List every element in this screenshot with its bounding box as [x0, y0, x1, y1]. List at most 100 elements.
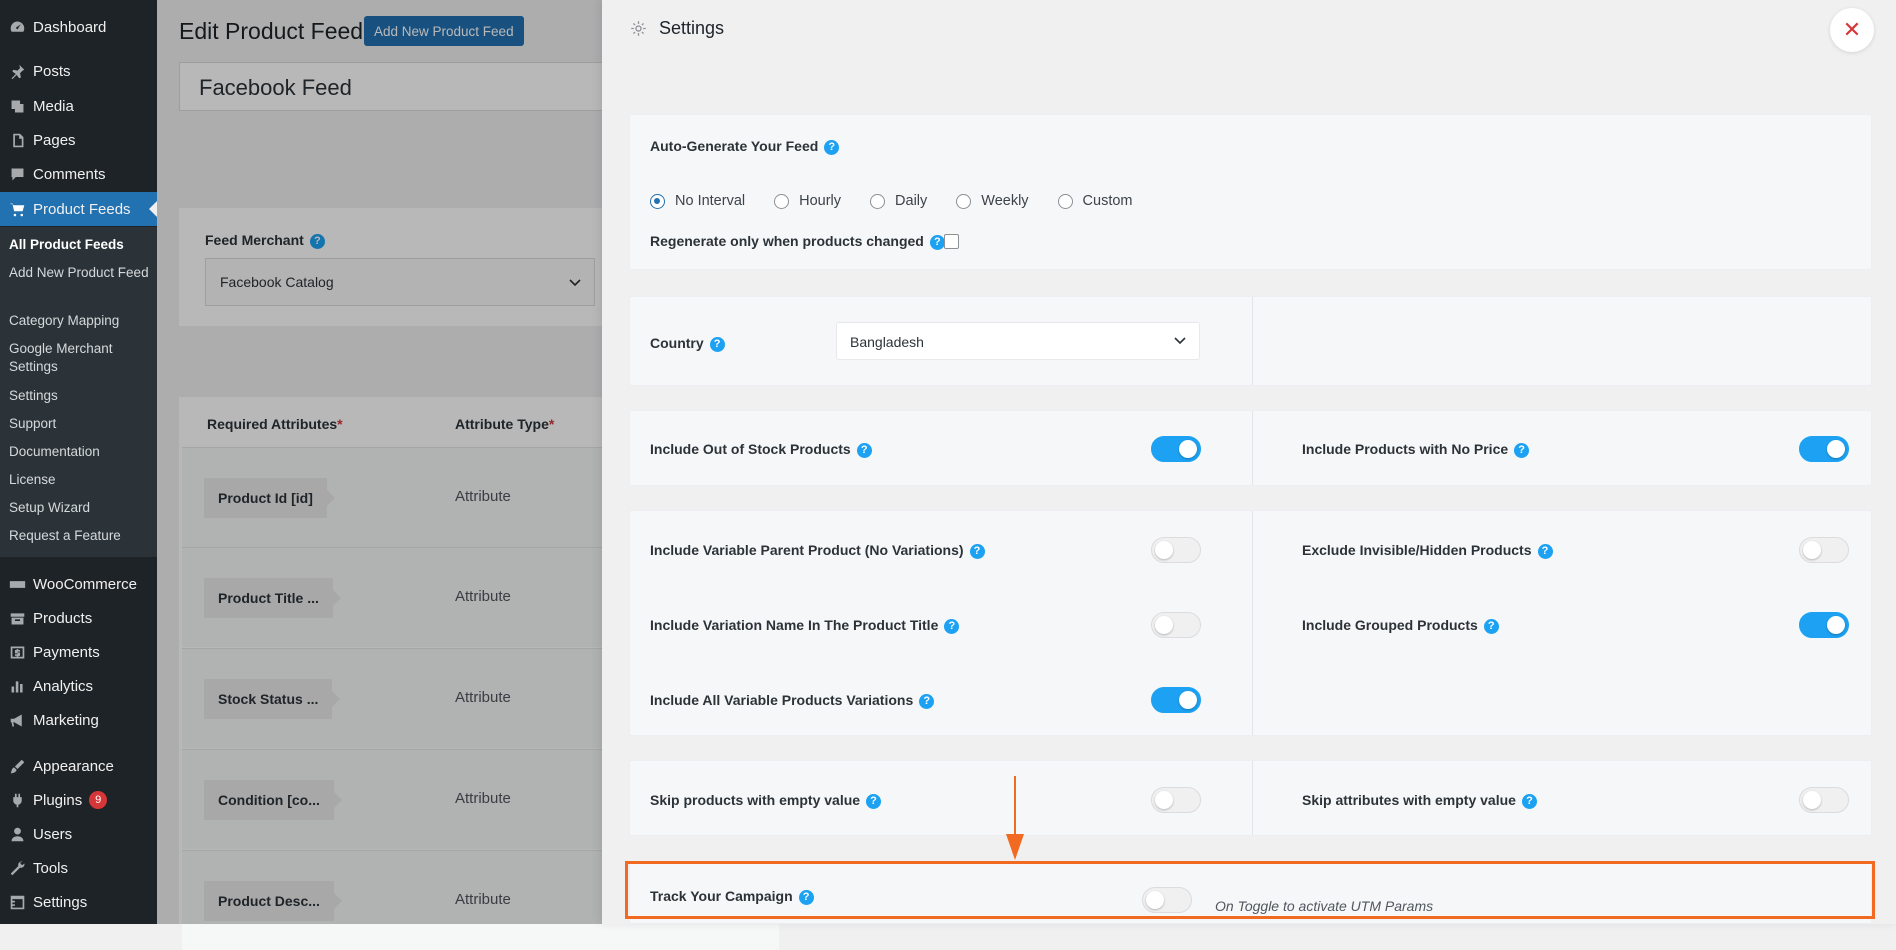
no-price-label-text: Include Products with No Price	[1302, 441, 1509, 457]
help-icon[interactable]: ?	[709, 336, 725, 352]
settings-title: Settings	[659, 18, 725, 38]
sidebar-item-products[interactable]: Products	[0, 601, 157, 635]
help-icon[interactable]: ?	[1521, 793, 1537, 809]
help-icon[interactable]: ?	[824, 139, 840, 155]
all-variations-label-text: Include All Variable Products Variations	[650, 692, 914, 708]
radio-circle[interactable]	[774, 193, 790, 209]
sidebar-item-label: Users	[33, 825, 73, 843]
sidebar-item-woocommerce[interactable]: WooCommerce	[0, 567, 157, 601]
grouped-products-toggle[interactable]	[1799, 612, 1849, 638]
sidebar-item-media[interactable]: Media	[0, 89, 157, 123]
radio-custom[interactable]: Custom	[1057, 193, 1133, 209]
submenu-item-google-merchant[interactable]: Google Merchant Settings	[9, 340, 149, 376]
media-icon	[6, 97, 28, 115]
exclude-hidden-toggle[interactable]	[1799, 537, 1849, 563]
help-icon[interactable]: ?	[856, 442, 872, 458]
sidebar-item-label: Pages	[33, 131, 76, 149]
submenu-item-request-feature[interactable]: Request a Feature	[9, 527, 149, 545]
bar-chart-icon	[6, 677, 28, 695]
help-icon[interactable]: ?	[944, 618, 960, 634]
exclude-hidden-label: Exclude Invisible/Hidden Products?	[1302, 542, 1553, 559]
skip-attributes-toggle[interactable]	[1799, 787, 1849, 813]
pin-icon	[6, 62, 28, 80]
help-icon[interactable]: ?	[929, 234, 945, 250]
country-select[interactable]: Bangladesh	[836, 322, 1200, 360]
submenu-item-support[interactable]: Support	[9, 415, 149, 433]
variable-parent-label-text: Include Variable Parent Product (No Vari…	[650, 542, 964, 558]
sidebar-item-users[interactable]: Users	[0, 817, 157, 851]
admin-sidebar: Dashboard Posts Media Pages Comments Pro…	[0, 0, 157, 924]
submenu-item-documentation[interactable]: Documentation	[9, 443, 149, 461]
sidebar-item-tools[interactable]: Tools	[0, 851, 157, 885]
submenu-item-add-new[interactable]: Add New Product Feed	[9, 264, 149, 282]
sidebar-item-comments[interactable]: Comments	[0, 157, 157, 191]
sidebar-item-posts[interactable]: Posts	[0, 54, 157, 88]
radio-circle[interactable]	[870, 193, 886, 209]
user-icon	[6, 825, 28, 843]
modal-backdrop[interactable]	[157, 0, 602, 924]
settings-icon	[6, 893, 28, 911]
sidebar-item-settings[interactable]: Settings	[0, 885, 157, 919]
stock-price-card: Include Out of Stock Products? Include P…	[629, 410, 1872, 486]
annotation-arrow-line	[1014, 776, 1016, 836]
regenerate-label: Regenerate only when products changed?	[650, 233, 945, 250]
variable-parent-label: Include Variable Parent Product (No Vari…	[650, 542, 985, 559]
out-of-stock-toggle[interactable]	[1151, 436, 1201, 462]
sidebar-item-label: Marketing	[33, 711, 99, 729]
sidebar-item-label: Plugins	[33, 791, 83, 809]
sidebar-item-appearance[interactable]: Appearance	[0, 749, 157, 783]
radio-hourly[interactable]: Hourly	[774, 193, 841, 209]
sidebar-item-analytics[interactable]: Analytics	[0, 669, 157, 703]
cart-icon	[6, 200, 28, 218]
sidebar-item-label: Dashboard	[33, 18, 107, 36]
close-button[interactable]: ✕	[1830, 8, 1874, 52]
auto-generate-label: Auto-Generate Your Feed?	[650, 138, 840, 155]
wrench-icon	[6, 859, 28, 877]
sidebar-item-dashboard[interactable]: Dashboard	[0, 10, 157, 44]
help-icon[interactable]: ?	[866, 793, 882, 809]
sidebar-item-label: Posts	[33, 62, 71, 80]
sidebar-item-payments[interactable]: Payments	[0, 635, 157, 669]
sidebar-item-pages[interactable]: Pages	[0, 123, 157, 157]
annotation-highlight-box	[625, 861, 1875, 919]
no-price-label: Include Products with No Price?	[1302, 441, 1530, 458]
all-variations-toggle[interactable]	[1151, 687, 1201, 713]
radio-weekly[interactable]: Weekly	[956, 193, 1029, 209]
country-label-text: Country	[650, 335, 704, 351]
sidebar-item-label: Payments	[33, 643, 100, 661]
skip-products-toggle[interactable]	[1151, 787, 1201, 813]
submenu-item-license[interactable]: License	[9, 471, 149, 489]
sidebar-item-label: Analytics	[33, 677, 94, 695]
radio-circle[interactable]	[1057, 193, 1073, 209]
radio-circle[interactable]	[650, 193, 665, 209]
radio-no-interval[interactable]: No Interval	[650, 193, 745, 209]
no-price-toggle[interactable]	[1799, 436, 1849, 462]
variation-name-label-text: Include Variation Name In The Product Ti…	[650, 617, 939, 633]
submenu-item-category-mapping[interactable]: Category Mapping	[9, 312, 149, 330]
close-icon: ✕	[1842, 17, 1862, 42]
sidebar-item-plugins[interactable]: Plugins 9	[0, 783, 157, 817]
help-icon[interactable]: ?	[919, 693, 935, 709]
regenerate-checkbox[interactable]	[944, 234, 959, 249]
chevron-down-icon	[1173, 333, 1187, 350]
submenu-item-settings[interactable]: Settings	[9, 387, 149, 405]
radio-label: No Interval	[675, 193, 746, 209]
sidebar-item-product-feeds[interactable]: Product Feeds	[0, 192, 157, 226]
variation-name-toggle[interactable]	[1151, 612, 1201, 638]
variation-name-label: Include Variation Name In The Product Ti…	[650, 617, 960, 634]
submenu-item-setup-wizard[interactable]: Setup Wizard	[9, 499, 149, 517]
radio-daily[interactable]: Daily	[870, 193, 927, 209]
sidebar-item-label: WooCommerce	[33, 575, 137, 593]
card-divider	[1252, 761, 1253, 835]
radio-circle[interactable]	[956, 193, 972, 209]
sidebar-item-marketing[interactable]: Marketing	[0, 703, 157, 737]
help-icon[interactable]: ?	[1537, 543, 1553, 559]
help-icon[interactable]: ?	[969, 543, 985, 559]
help-icon[interactable]: ?	[1514, 442, 1530, 458]
submenu-item-all-feeds[interactable]: All Product Feeds	[9, 236, 149, 254]
variations-card: Include Variable Parent Product (No Vari…	[629, 510, 1872, 736]
regenerate-label-text: Regenerate only when products changed	[650, 233, 924, 249]
help-icon[interactable]: ?	[1483, 618, 1499, 634]
variable-parent-toggle[interactable]	[1151, 537, 1201, 563]
settings-panel-header: Settings	[630, 18, 724, 39]
